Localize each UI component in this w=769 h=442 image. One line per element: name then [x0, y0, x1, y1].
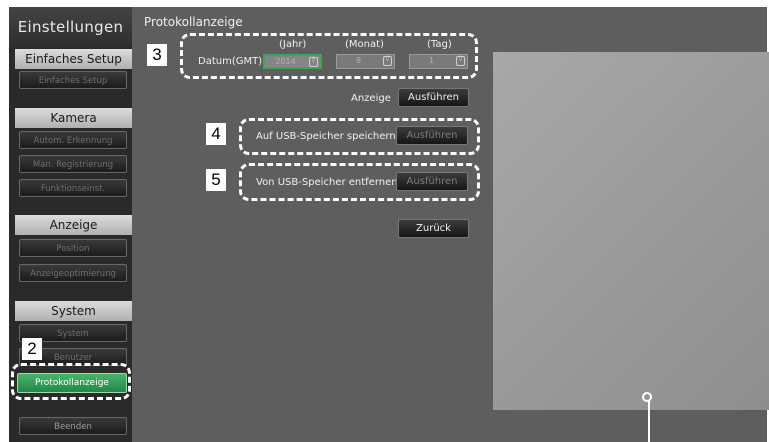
section-header-system: System — [15, 301, 132, 321]
callout-pointer-line — [648, 400, 650, 442]
section-header-display: Anzeige — [15, 215, 132, 235]
callout-number-3: 3 — [147, 44, 167, 66]
page-title: Protokollanzeige — [144, 15, 243, 29]
section-header-camera: Kamera — [15, 108, 132, 128]
callout-box-3 — [180, 33, 478, 79]
sidebar-item-display-optimization[interactable]: Anzeigeoptimierung — [19, 264, 127, 282]
show-execute-button[interactable]: Ausführen — [398, 88, 469, 107]
sidebar-item-function-settings[interactable]: Funktionseinst. — [19, 179, 127, 197]
back-button[interactable]: Zurück — [398, 219, 469, 238]
callout-box-5 — [239, 163, 480, 201]
log-preview-area — [493, 52, 769, 410]
callout-pointer-dot — [642, 392, 652, 402]
callout-number-5: 5 — [206, 169, 226, 191]
exit-button[interactable]: Beenden — [19, 417, 127, 435]
callout-box-2 — [11, 363, 131, 400]
sidebar-item-auto-detect[interactable]: Autom. Erkennung — [19, 131, 127, 149]
show-label: Anzeige — [351, 93, 391, 104]
sidebar-item-position[interactable]: Position — [19, 239, 127, 257]
callout-box-4 — [239, 118, 480, 155]
sidebar-item-easy-setup[interactable]: Einfaches Setup — [19, 71, 127, 89]
sidebar-title: Einstellungen — [9, 7, 132, 47]
callout-number-4: 4 — [206, 123, 226, 145]
section-header-setup: Einfaches Setup — [15, 49, 132, 69]
callout-number-2: 2 — [22, 338, 42, 360]
sidebar-item-manual-registration[interactable]: Man. Registrierung — [19, 155, 127, 173]
